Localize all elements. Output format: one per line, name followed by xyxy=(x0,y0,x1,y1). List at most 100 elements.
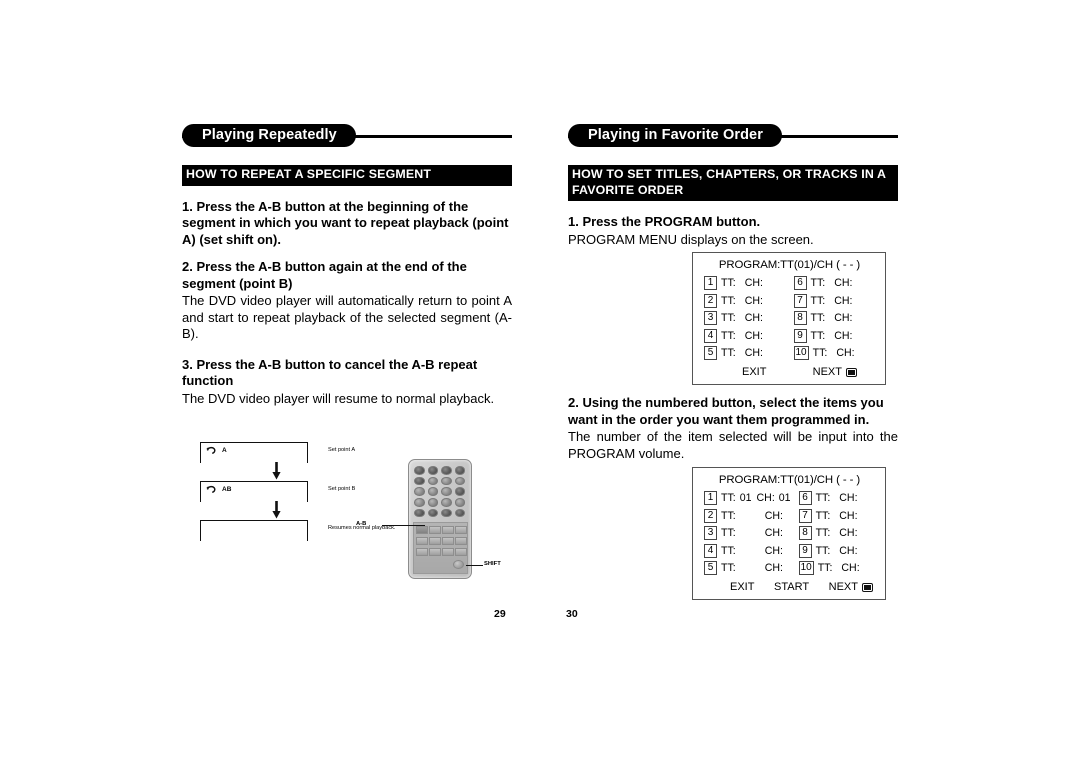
program-row-tt-label: TT: xyxy=(721,347,736,359)
program-row-tt-label: TT: xyxy=(721,509,736,522)
program-row[interactable]: 6 TT: CH: xyxy=(798,491,875,505)
screen-icon xyxy=(862,582,873,592)
remote-button xyxy=(441,508,452,518)
remote-button xyxy=(454,498,465,507)
program-row[interactable]: 4 TT: CH: xyxy=(704,328,786,343)
down-arrow-icon xyxy=(272,501,281,519)
remote-key xyxy=(429,526,441,534)
program-row[interactable]: 4 TT: CH: xyxy=(704,543,791,558)
remote-button xyxy=(427,476,438,486)
page-number-left: 29 xyxy=(494,608,506,620)
program-row-tt-label: TT: xyxy=(810,277,826,289)
program-menu-2-title: PROGRAM:TT(01)/CH ( - - ) xyxy=(718,474,861,486)
flow-label-a: A xyxy=(222,447,227,454)
program-menu-1-grid: 1 TT: CH: 6 TT: CH: 2 TT: CH: 7 TT: CH: … xyxy=(704,276,875,360)
program-row[interactable]: 8 TT: CH: xyxy=(793,311,876,325)
program-menu-1-footer: EXIT NEXT xyxy=(704,366,875,378)
program-row[interactable]: 7 TT: CH: xyxy=(793,293,876,308)
left-banner-title: Playing Repeatedly xyxy=(182,124,356,147)
program-row[interactable]: 8 TT: CH: xyxy=(798,526,875,540)
flow-row: A Set point A xyxy=(200,442,355,464)
exit-button[interactable]: EXIT xyxy=(730,581,754,593)
program-row-ch-label: CH: xyxy=(836,347,855,359)
down-arrow-icon xyxy=(272,462,281,480)
remote-key xyxy=(455,526,467,534)
remote-button xyxy=(427,508,438,518)
remote-keypad-grid xyxy=(416,526,467,556)
program-row-tt-label: TT: xyxy=(815,544,831,557)
program-row[interactable]: 5 TT: CH: xyxy=(704,561,791,575)
program-row-ch-label: CH: xyxy=(839,527,858,539)
program-row-number: 2 xyxy=(704,508,717,523)
left-step-3-body: The DVD video player will resume to norm… xyxy=(182,390,495,406)
program-row-tt-label: TT: xyxy=(810,312,826,324)
remote-button xyxy=(414,487,425,496)
program-row-ch-label: CH: xyxy=(744,347,763,359)
ab-callout-label: A-B xyxy=(356,521,367,527)
remote-button xyxy=(454,476,465,486)
program-row-ch-label: CH: xyxy=(839,492,858,504)
next-button-label: NEXT xyxy=(828,581,858,593)
program-row[interactable]: 1 TT: CH: xyxy=(704,276,786,290)
program-row[interactable]: 1 TT: 01 CH: 01 xyxy=(704,491,791,505)
program-row-number: 9 xyxy=(793,328,807,343)
remote-button xyxy=(414,498,425,507)
program-row-tt-value: 01 xyxy=(739,492,752,504)
flow-caption-a: Set point A xyxy=(328,447,356,453)
remote-button xyxy=(454,487,465,496)
start-button[interactable]: START xyxy=(774,581,809,593)
remote-button xyxy=(441,487,452,496)
program-row[interactable]: 10 TT: CH: xyxy=(793,346,876,360)
program-row-number: 3 xyxy=(704,526,717,540)
program-row-number: 6 xyxy=(793,276,807,290)
remote-control-illustration: A-B SHIFT xyxy=(356,457,502,592)
ab-callout-line xyxy=(382,525,425,527)
program-row-number: 8 xyxy=(793,311,807,325)
program-row[interactable]: 10 TT: CH: xyxy=(798,561,875,575)
program-row[interactable]: 3 TT: CH: xyxy=(704,526,791,540)
program-row-number: 3 xyxy=(704,311,717,325)
program-row-ch-label: CH: xyxy=(744,294,763,307)
program-row-number: 7 xyxy=(793,293,807,308)
program-row-ch-label: CH: xyxy=(756,492,775,504)
next-button-label: NEXT xyxy=(812,366,842,378)
program-row[interactable]: 3 TT: CH: xyxy=(704,311,786,325)
program-row-ch-label: CH: xyxy=(834,294,853,307)
program-row[interactable]: 9 TT: CH: xyxy=(793,328,876,343)
program-row[interactable]: 9 TT: CH: xyxy=(798,543,875,558)
remote-button xyxy=(441,466,452,475)
remote-key xyxy=(429,537,441,545)
program-row-ch-label: CH: xyxy=(839,509,858,522)
right-banner-title: Playing in Favorite Order xyxy=(568,124,782,147)
flow-box-point-ab: AB xyxy=(200,481,308,502)
program-row-ch-label: CH: xyxy=(744,312,763,324)
program-row[interactable]: 7 TT: CH: xyxy=(798,508,875,523)
remote-button xyxy=(427,487,438,496)
remote-button-grid xyxy=(414,466,466,518)
program-row[interactable]: 2 TT: CH: xyxy=(704,508,791,523)
program-row-ch-label: CH: xyxy=(764,509,783,522)
program-row[interactable]: 2 TT: CH: xyxy=(704,293,786,308)
remote-key xyxy=(455,548,467,556)
program-row-number: 4 xyxy=(704,543,717,558)
remote-button xyxy=(454,508,465,518)
exit-button[interactable]: EXIT xyxy=(742,366,766,378)
right-step-1-heading: 1. Press the PROGRAM button. xyxy=(568,214,761,229)
program-row[interactable]: 5 TT: CH: xyxy=(704,346,786,360)
flow-row: Resumes normal playback. xyxy=(200,520,395,542)
program-row-tt-label: TT: xyxy=(721,294,736,307)
program-menu-screen-1: PROGRAM:TT(01)/CH ( - - ) 1 TT: CH: 6 TT… xyxy=(692,252,886,385)
program-row-ch-label: CH: xyxy=(764,527,783,539)
program-row-number: 8 xyxy=(798,526,812,540)
program-row-tt-label: TT: xyxy=(721,527,736,539)
remote-keypad xyxy=(413,522,468,574)
program-row-number: 10 xyxy=(798,561,814,575)
remote-button xyxy=(454,466,465,475)
program-row-ch-label: CH: xyxy=(834,312,853,324)
remote-key xyxy=(455,537,467,545)
next-button[interactable]: NEXT xyxy=(813,366,857,378)
right-step-2-heading: 2. Using the numbered button, select the… xyxy=(568,395,884,427)
next-button[interactable]: NEXT xyxy=(829,581,873,593)
flow-box-point-a: A xyxy=(200,442,308,463)
program-row[interactable]: 6 TT: CH: xyxy=(793,276,876,290)
